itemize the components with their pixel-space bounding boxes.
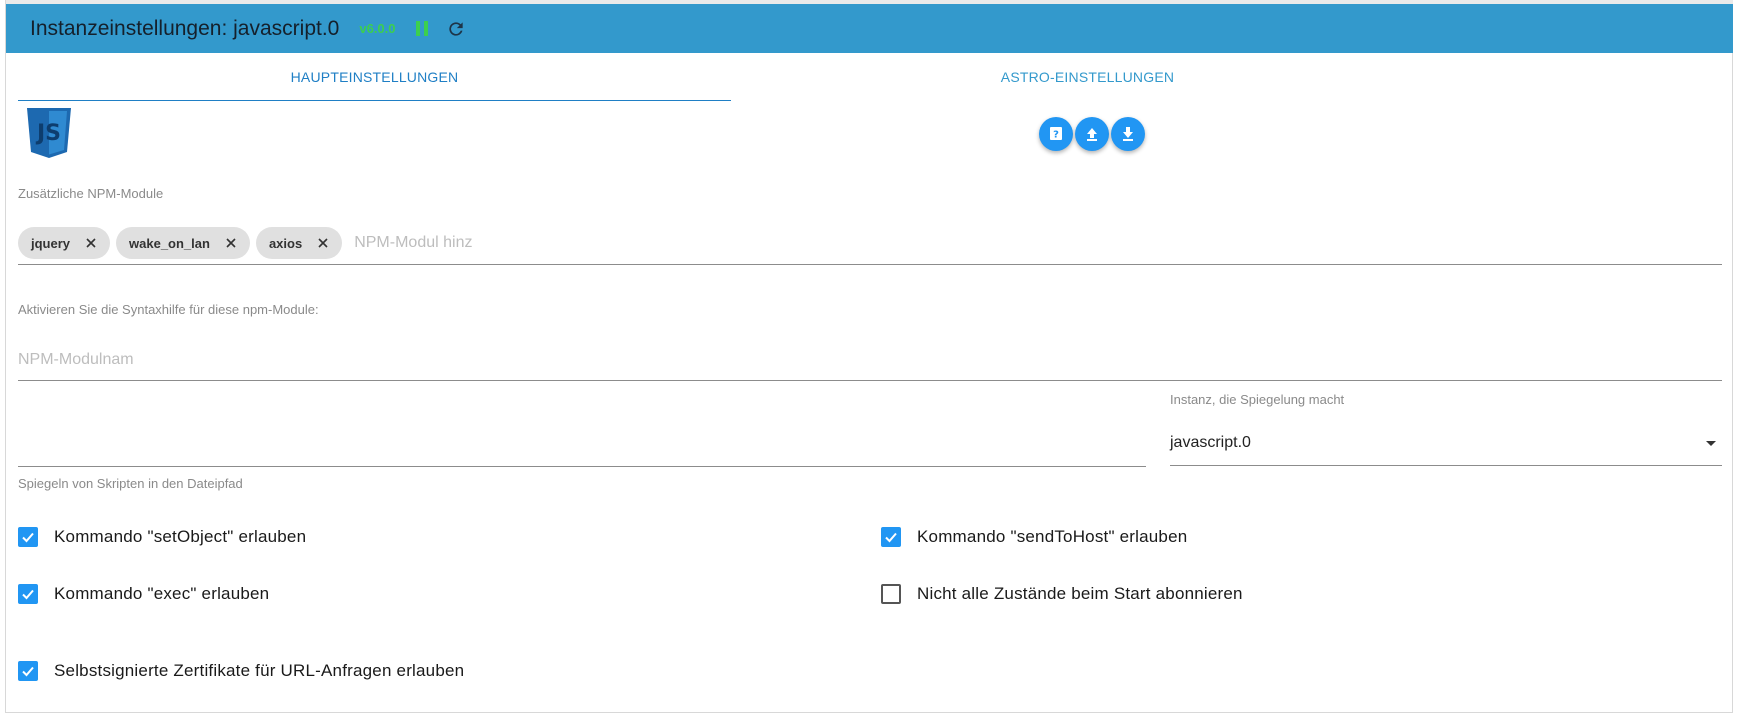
checkbox-self-signed[interactable]: Selbstsignierte Zertifikate für URL-Anfr… [18,661,464,681]
chevron-down-icon [1706,441,1716,446]
checkbox-checked-icon[interactable] [18,584,38,604]
checkbox-send-to-host[interactable]: Kommando "sendToHost" erlauben [881,527,1187,547]
help-button[interactable]: ? [1039,117,1073,151]
chip-label: axios [268,235,303,251]
npm-module-input[interactable] [348,227,749,259]
syntax-help-label: Aktivieren Sie die Syntaxhilfe für diese… [18,302,319,317]
chip-label: wake_on_lan [129,235,210,251]
close-icon[interactable] [84,236,98,250]
javascript-logo-icon: JS [27,108,71,158]
syntax-help-input[interactable] [18,340,1722,381]
checkbox-set-object[interactable]: Kommando "setObject" erlauben [18,527,306,547]
checkbox-no-subscribe[interactable]: Nicht alle Zustände beim Start abonniere… [881,584,1243,604]
pause-icon[interactable] [415,20,430,37]
checkbox-checked-icon[interactable] [18,527,38,547]
mirror-path-input[interactable] [18,424,1146,467]
svg-text:?: ? [1053,130,1059,141]
reload-icon[interactable] [446,19,466,39]
npm-modules-label: Zusätzliche NPM-Module [18,186,164,201]
checkbox-checked-icon[interactable] [18,661,38,681]
checkbox-label: Kommando "sendToHost" erlauben [917,527,1188,546]
module-chip[interactable]: axios [255,227,343,259]
checkbox-label: Selbstsignierte Zertifikate für URL-Anfr… [54,661,465,680]
chip-label: jquery [31,235,71,251]
help-icon: ? [1050,127,1062,141]
download-button[interactable] [1111,117,1145,151]
checkbox-label: Nicht alle Zustände beim Start abonniere… [917,584,1243,603]
tab-bar: HAUPTEINSTELLUNGEN ASTRO-EINSTELLUNGEN [18,60,1444,101]
checkbox-label: Kommando "setObject" erlauben [54,527,307,546]
upload-button[interactable] [1075,117,1109,151]
checkbox-label: Kommando "exec" erlauben [54,584,270,603]
module-chip[interactable]: jquery [18,227,111,259]
version-badge: v6.0.0 [359,21,396,36]
close-icon[interactable] [224,236,238,250]
tab-astro-settings[interactable]: ASTRO-EINSTELLUNGEN [731,60,1444,101]
download-icon [1123,127,1133,141]
select-value: javascript.0 [1170,434,1251,451]
page-title: Instanzeinstellungen: javascript.0 [30,16,340,40]
mirror-instance-label: Instanz, die Spiegelung macht [1170,392,1345,407]
logo-text: JS [35,121,61,146]
upload-icon [1087,128,1097,141]
checkbox-checked-icon[interactable] [881,527,901,547]
checkbox-exec[interactable]: Kommando "exec" erlauben [18,584,269,604]
module-chip[interactable]: wake_on_lan [116,227,250,259]
close-icon[interactable] [316,236,330,250]
checkbox-unchecked-icon[interactable] [881,584,901,604]
npm-modules-field: jquery wake_on_lan axios [18,227,1722,265]
mirror-path-label: Spiegeln von Skripten in den Dateipfad [18,476,243,491]
tab-main-settings[interactable]: HAUPTEINSTELLUNGEN [18,60,731,101]
title-bar: Instanzeinstellungen: javascript.0 v6.0.… [6,0,1733,53]
mirror-instance-select[interactable]: javascript.0 [1170,423,1722,466]
